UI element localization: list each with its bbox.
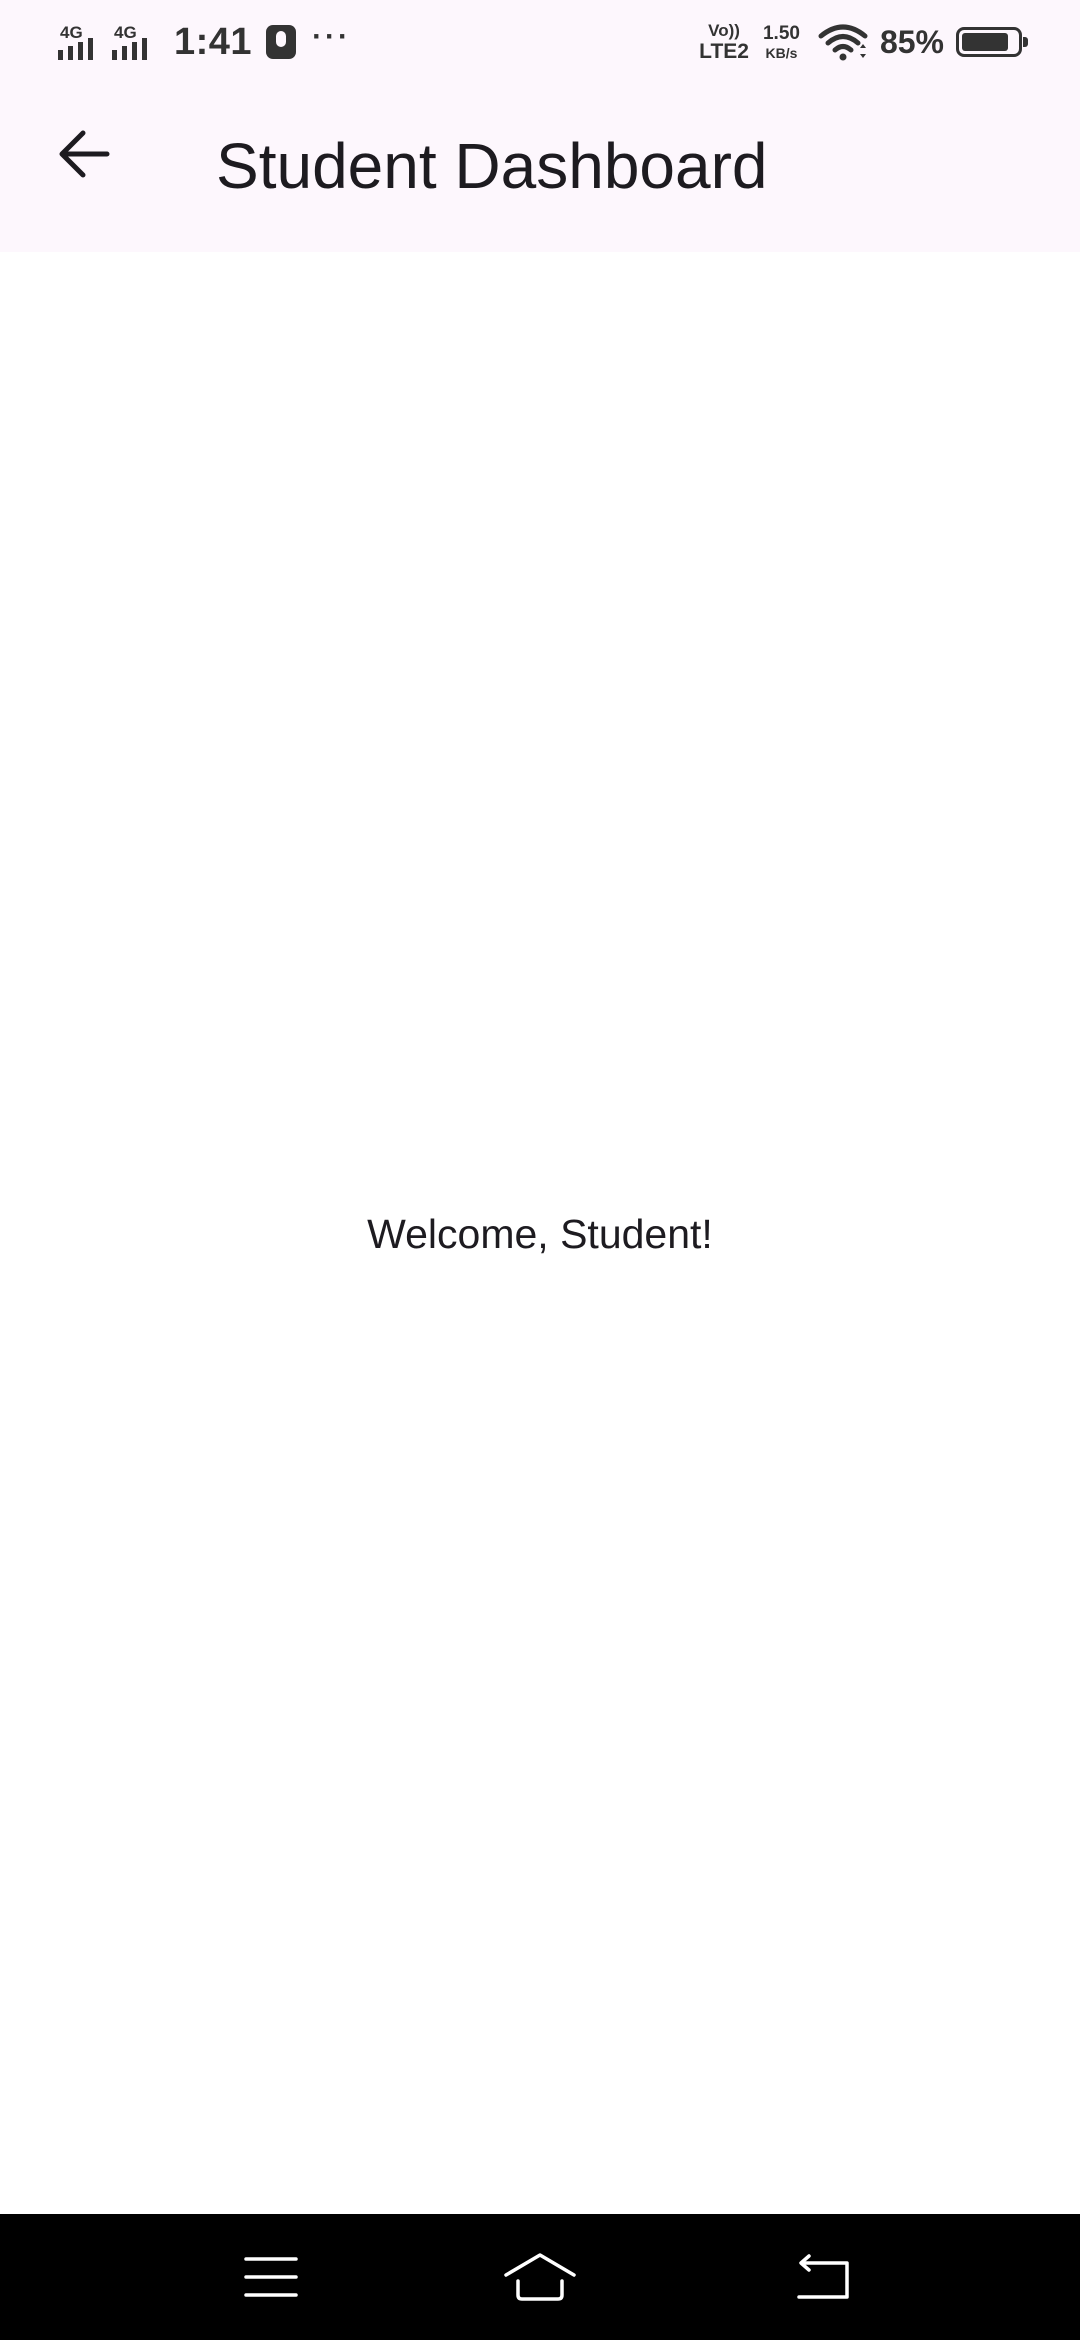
sim1-signal-icon: 4G bbox=[58, 20, 106, 64]
mic-icon bbox=[266, 25, 297, 59]
back-icon bbox=[797, 2254, 849, 2299]
status-bar: 4G 4G 1:41 ··· Vo)) LTE2 1.50 KB/s 85% bbox=[0, 0, 1080, 84]
network-speed-value: 1.50 bbox=[762, 23, 800, 44]
volte-indicator: Vo)) LTE2 bbox=[699, 22, 749, 62]
battery-level-fill bbox=[962, 33, 1008, 51]
status-bar-left: 4G 4G 1:41 ··· bbox=[58, 14, 351, 70]
arrow-back-icon bbox=[59, 130, 110, 178]
wifi-icon bbox=[818, 24, 868, 61]
page-title: Student Dashboard bbox=[216, 130, 768, 202]
menu-icon bbox=[244, 2257, 298, 2297]
welcome-message: Welcome, Student! bbox=[367, 1211, 713, 1257]
battery-percent: 85% bbox=[879, 23, 944, 60]
status-time: 1:41 bbox=[174, 20, 253, 63]
app-bar: Student Dashboard bbox=[0, 84, 1080, 252]
more-icon: ··· bbox=[312, 20, 352, 53]
screen: 4G 4G 1:41 ··· Vo)) LTE2 1.50 KB/s 85% S… bbox=[0, 0, 1080, 2340]
nav-menu-button[interactable] bbox=[231, 2242, 311, 2312]
volte-bottom-label: LTE2 bbox=[699, 40, 749, 63]
network-speed: 1.50 KB/s bbox=[763, 24, 800, 60]
volte-top-label: Vo)) bbox=[708, 21, 740, 40]
status-bar-right: Vo)) LTE2 1.50 KB/s 85% bbox=[699, 14, 1028, 70]
battery-icon bbox=[956, 27, 1028, 57]
nav-home-button[interactable] bbox=[500, 2242, 580, 2312]
network-speed-unit: KB/s bbox=[765, 45, 798, 61]
sim2-signal-icon: 4G bbox=[112, 20, 160, 64]
back-button[interactable] bbox=[36, 106, 132, 202]
nav-back-button[interactable] bbox=[783, 2242, 863, 2312]
home-icon bbox=[504, 2253, 576, 2301]
system-nav-bar bbox=[0, 2214, 1080, 2340]
